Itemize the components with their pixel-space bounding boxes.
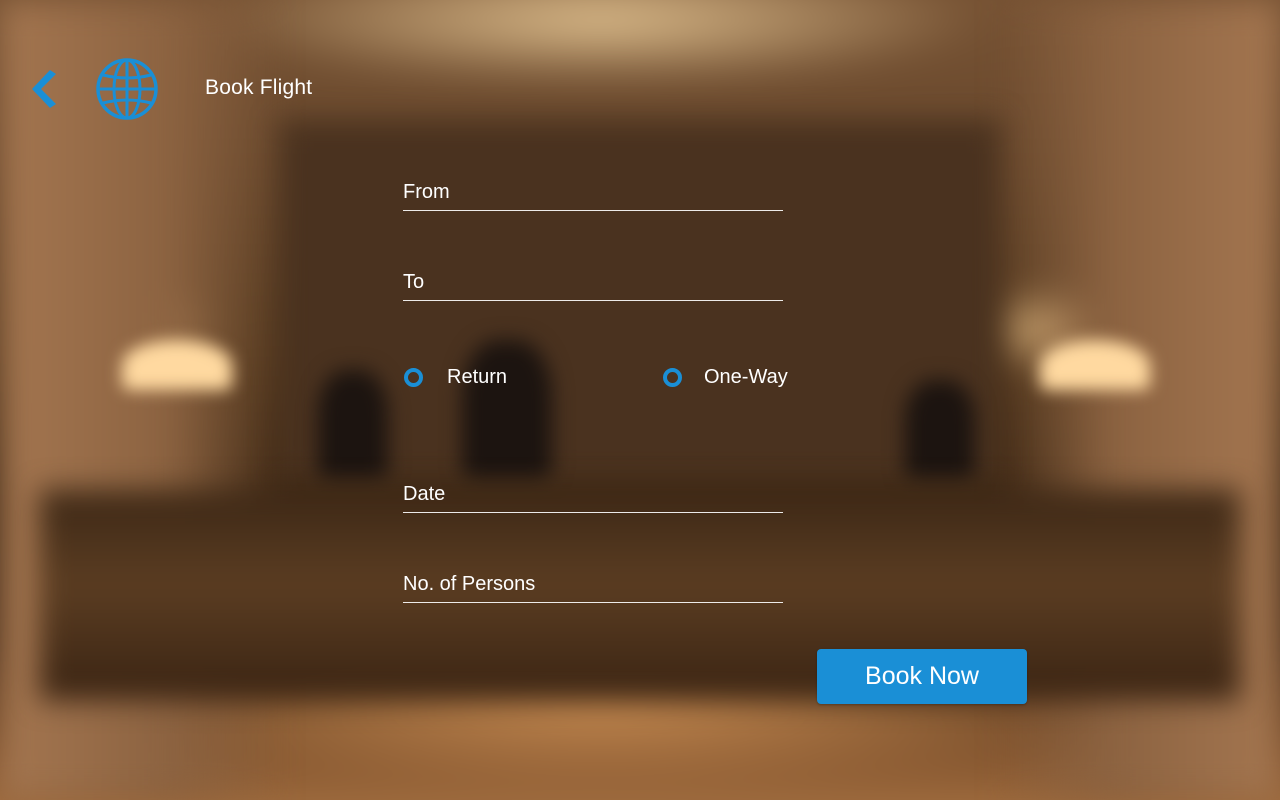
date-field[interactable] xyxy=(403,476,783,512)
page-title: Book Flight xyxy=(205,76,313,99)
from-field-container xyxy=(403,174,783,211)
background-lamp-left xyxy=(122,340,232,390)
persons-field[interactable] xyxy=(403,566,783,602)
date-field-container xyxy=(403,476,783,513)
book-now-button[interactable]: Book Now xyxy=(817,649,1027,704)
background-person xyxy=(905,380,975,480)
to-field[interactable] xyxy=(403,264,783,300)
background-person xyxy=(318,370,388,480)
radio-one-way-label: One-Way xyxy=(704,366,788,388)
radio-return-label: Return xyxy=(447,366,508,388)
radio-return[interactable]: Return xyxy=(404,366,507,389)
radio-button-icon xyxy=(663,368,682,387)
radio-one-way[interactable]: One-Way xyxy=(663,366,788,389)
globe-icon xyxy=(96,58,158,120)
background-lamp-right xyxy=(1040,340,1150,390)
book-flight-screen: Book Flight Return One-Way Book Now xyxy=(0,0,1280,800)
back-button[interactable] xyxy=(24,66,64,112)
to-field-container xyxy=(403,264,783,301)
from-field[interactable] xyxy=(403,174,783,210)
persons-field-container xyxy=(403,566,783,603)
radio-button-icon xyxy=(404,368,423,387)
chevron-left-icon xyxy=(32,70,56,108)
background-person xyxy=(462,340,552,480)
